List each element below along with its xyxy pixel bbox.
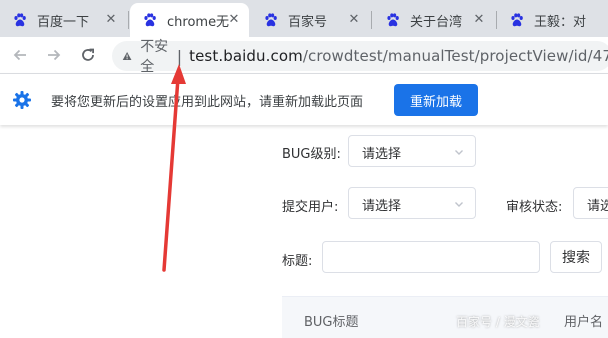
- tab-title: 王毅：对: [534, 14, 587, 30]
- close-icon[interactable]: ✕: [104, 13, 118, 27]
- close-icon[interactable]: ✕: [227, 13, 241, 27]
- column-username: 用户名: [564, 315, 604, 330]
- bug-level-value: 请选择: [362, 147, 402, 162]
- bug-level-select[interactable]: 请选择: [348, 135, 476, 167]
- review-status-value: 请选: [587, 199, 608, 214]
- reload-page-button[interactable]: 重新加载: [394, 84, 478, 116]
- tab-title: chrome无: [167, 14, 230, 30]
- submit-user-value: 请选择: [362, 199, 402, 214]
- close-icon[interactable]: ✕: [347, 13, 361, 27]
- submit-user-label: 提交用户:: [282, 200, 339, 215]
- review-status-select[interactable]: 请选: [573, 187, 608, 219]
- tab-strip: 百度一下 ✕ chrome无 ✕ 百家号 ✕ 关于台湾 ✕ 王毅：对: [0, 0, 608, 37]
- title-label: 标题:: [282, 254, 313, 269]
- warning-icon: [122, 51, 132, 61]
- baidu-paw-icon: [511, 13, 523, 27]
- tab-chrome[interactable]: chrome无 ✕: [130, 3, 249, 37]
- forward-arrow-icon: [48, 49, 61, 61]
- gear-icon: [13, 91, 31, 109]
- tab-title: 百度一下: [37, 14, 90, 30]
- baidu-paw-icon: [265, 13, 277, 27]
- url-text: test.baidu.com/crowdtest/manualTest/proj…: [189, 47, 608, 65]
- forward-button[interactable]: [41, 42, 67, 68]
- reload-infobar: 要将您更新后的设置应用到此网站，请重新加载此页面 重新加载: [0, 73, 608, 125]
- security-label[interactable]: 不安全: [140, 36, 171, 76]
- address-bar[interactable]: 不安全 | test.baidu.com/crowdtest/manualTes…: [112, 39, 608, 75]
- column-bug-title: BUG标题: [304, 315, 359, 330]
- reload-icon: [82, 48, 94, 61]
- close-icon[interactable]: ✕: [472, 13, 486, 27]
- chevron-down-icon: [455, 202, 463, 207]
- submit-user-select[interactable]: 请选择: [348, 187, 476, 219]
- browser-toolbar: 不安全 | test.baidu.com/crowdtest/manualTes…: [0, 37, 608, 75]
- title-input[interactable]: [322, 241, 540, 273]
- tab-baidu[interactable]: 百度一下 ✕: [0, 3, 126, 37]
- url-host: test.baidu.com: [189, 47, 303, 65]
- url-path: /crowdtest/manualTest/projectView/id/47: [302, 47, 608, 65]
- search-button[interactable]: 搜索: [550, 241, 602, 273]
- tab-title: 关于台湾: [410, 14, 463, 30]
- infobar-message: 要将您更新后的设置应用到此网站，请重新加载此页面: [51, 95, 364, 110]
- tab-divider: [371, 11, 372, 29]
- baidu-paw-icon: [14, 13, 26, 27]
- bug-level-label: BUG级别:: [282, 147, 341, 162]
- watermark: 百家号 / 漫文瓷: [456, 315, 540, 329]
- back-button[interactable]: [7, 42, 33, 68]
- review-status-label: 审核状态:: [506, 200, 563, 215]
- table-header: BUG标题 用户名: [282, 296, 608, 338]
- back-arrow-icon: [13, 49, 26, 61]
- baidu-paw-icon: [144, 13, 156, 27]
- tab-baijiahao[interactable]: 百家号 ✕: [251, 3, 369, 37]
- tab-taiwan[interactable]: 关于台湾 ✕: [373, 3, 494, 37]
- tab-divider: [128, 11, 129, 29]
- reload-button[interactable]: [75, 42, 101, 68]
- chevron-down-icon: [455, 150, 463, 155]
- tab-wangyi[interactable]: 王毅：对: [497, 3, 608, 37]
- address-separator: |: [176, 46, 183, 66]
- tab-title: 百家号: [288, 14, 328, 30]
- baidu-paw-icon: [387, 13, 399, 27]
